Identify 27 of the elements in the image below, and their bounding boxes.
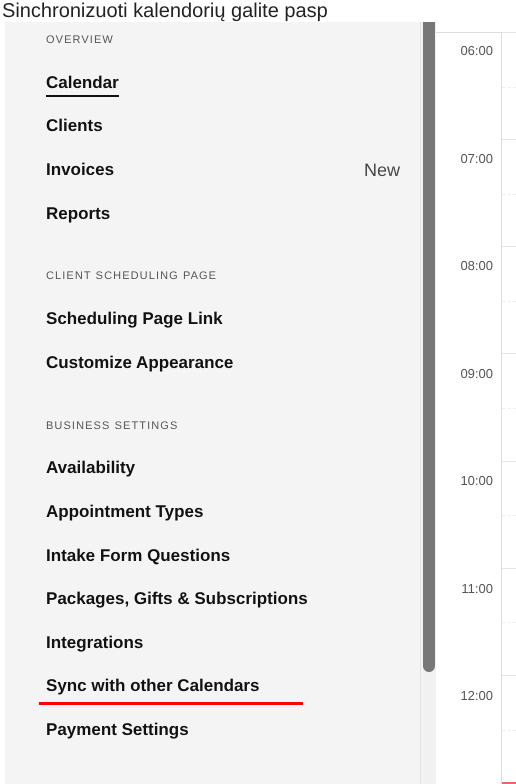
nav-link[interactable]: Availability <box>46 456 136 482</box>
caption-text: Sinchronizuoti kalendorių galite pasp <box>1 0 329 22</box>
scrollbar-thumb[interactable] <box>422 22 434 672</box>
nav-link[interactable]: Appointment Types <box>46 500 204 526</box>
hour-label: 07:00 <box>460 150 493 164</box>
hour-label: 11:00 <box>461 580 493 594</box>
section-header: OVERVIEW <box>46 33 115 48</box>
new-label: New <box>364 159 400 182</box>
nav-link[interactable]: Reports <box>46 202 110 228</box>
nav-link[interactable]: Customize Appearance <box>46 350 234 377</box>
nav-link[interactable]: Packages, Gifts & Subscriptions <box>46 587 308 614</box>
nav-link[interactable]: Integrations <box>46 630 144 657</box>
hour-label: 06:00 <box>460 42 493 57</box>
nav-link[interactable]: Payment Settings <box>46 718 189 744</box>
unavailable-hatch <box>502 782 516 784</box>
section-header: BUSINESS SETTINGS <box>46 418 180 434</box>
nav-link[interactable]: Intake Form Questions <box>46 544 230 570</box>
hour-label: 09:00 <box>460 364 493 380</box>
nav-link[interactable]: Sync with other Calendars <box>46 674 260 700</box>
hour-label: 10:00 <box>460 472 493 487</box>
nav-link[interactable]: Invoices <box>46 158 114 184</box>
nav-link[interactable]: Clients <box>46 114 103 140</box>
section-header: CLIENT SCHEDULING PAGE <box>46 269 218 284</box>
hour-label: 08:00 <box>460 257 493 272</box>
nav-link[interactable]: Scheduling Page Link <box>46 307 223 334</box>
nav-link[interactable]: Calendar <box>46 70 119 97</box>
hour-label: 12:00 <box>460 687 493 702</box>
